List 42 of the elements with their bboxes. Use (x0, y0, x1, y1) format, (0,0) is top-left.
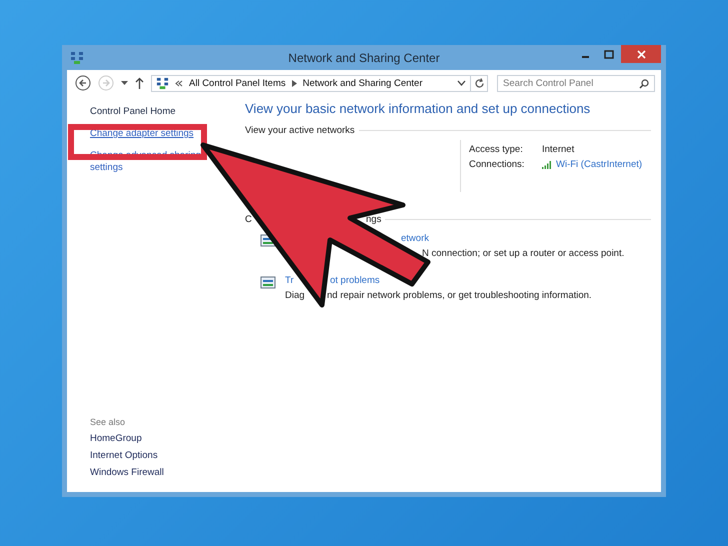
task-description: nd repair network problems, or get troubleshooting information. (327, 290, 592, 301)
breadcrumb[interactable]: All Control Panel Items (189, 78, 286, 88)
close-icon (636, 50, 646, 58)
sidebar-item[interactable]: Control Panel Home (90, 106, 210, 118)
up-arrow-icon[interactable] (135, 77, 144, 89)
task-link[interactable]: ot problems (330, 275, 380, 286)
search-icon (639, 78, 649, 88)
access-type-value: Internet (542, 144, 576, 155)
search-field[interactable]: Search Control Panel (497, 74, 655, 92)
see-also-link[interactable]: Internet Options (90, 450, 235, 461)
chevrons-icon (175, 80, 183, 86)
minimize-icon (582, 56, 588, 58)
window-title: Network and Sharing Center (287, 50, 441, 64)
network-icon (156, 76, 169, 90)
network-task-icon (260, 275, 276, 291)
see-also-link[interactable]: HomeGroup (90, 433, 235, 444)
section-heading: ngs (366, 214, 382, 225)
connection-link[interactable]: Wi-Fi (CastrInternet) (556, 159, 642, 170)
address-bar[interactable]: All Control Panel Items Network and Sharing Center (151, 74, 471, 92)
task-link[interactable]: etwork (401, 233, 429, 244)
sidebar-link[interactable]: Change adapter settings (90, 128, 210, 140)
refresh-icon (474, 78, 484, 88)
network-icon (70, 50, 84, 64)
section-heading: C (245, 214, 253, 225)
breadcrumb[interactable]: Network and Sharing Center (302, 78, 422, 88)
dropdown-icon[interactable] (121, 80, 128, 86)
maximize-icon (604, 50, 614, 58)
refresh-button[interactable] (470, 74, 488, 92)
task-description: N connection; or set up a router or access point. (422, 248, 624, 259)
task-link[interactable]: Tr (285, 275, 294, 286)
task-description: Diag (285, 290, 305, 301)
access-type-label: Access type: (469, 144, 524, 155)
back-icon[interactable] (75, 75, 91, 91)
see-also-link[interactable]: Windows Firewall (90, 467, 235, 478)
section-heading: View your active networks (245, 125, 355, 136)
dropdown-icon[interactable] (457, 80, 466, 86)
connections-label: Connections: (469, 159, 526, 170)
page-heading: View your basic network information and set up connections (245, 101, 592, 116)
chevron-right-icon (292, 80, 297, 86)
wifi-signal-icon (542, 160, 552, 168)
see-also-heading: See also (90, 417, 126, 427)
close-button[interactable] (621, 45, 661, 63)
